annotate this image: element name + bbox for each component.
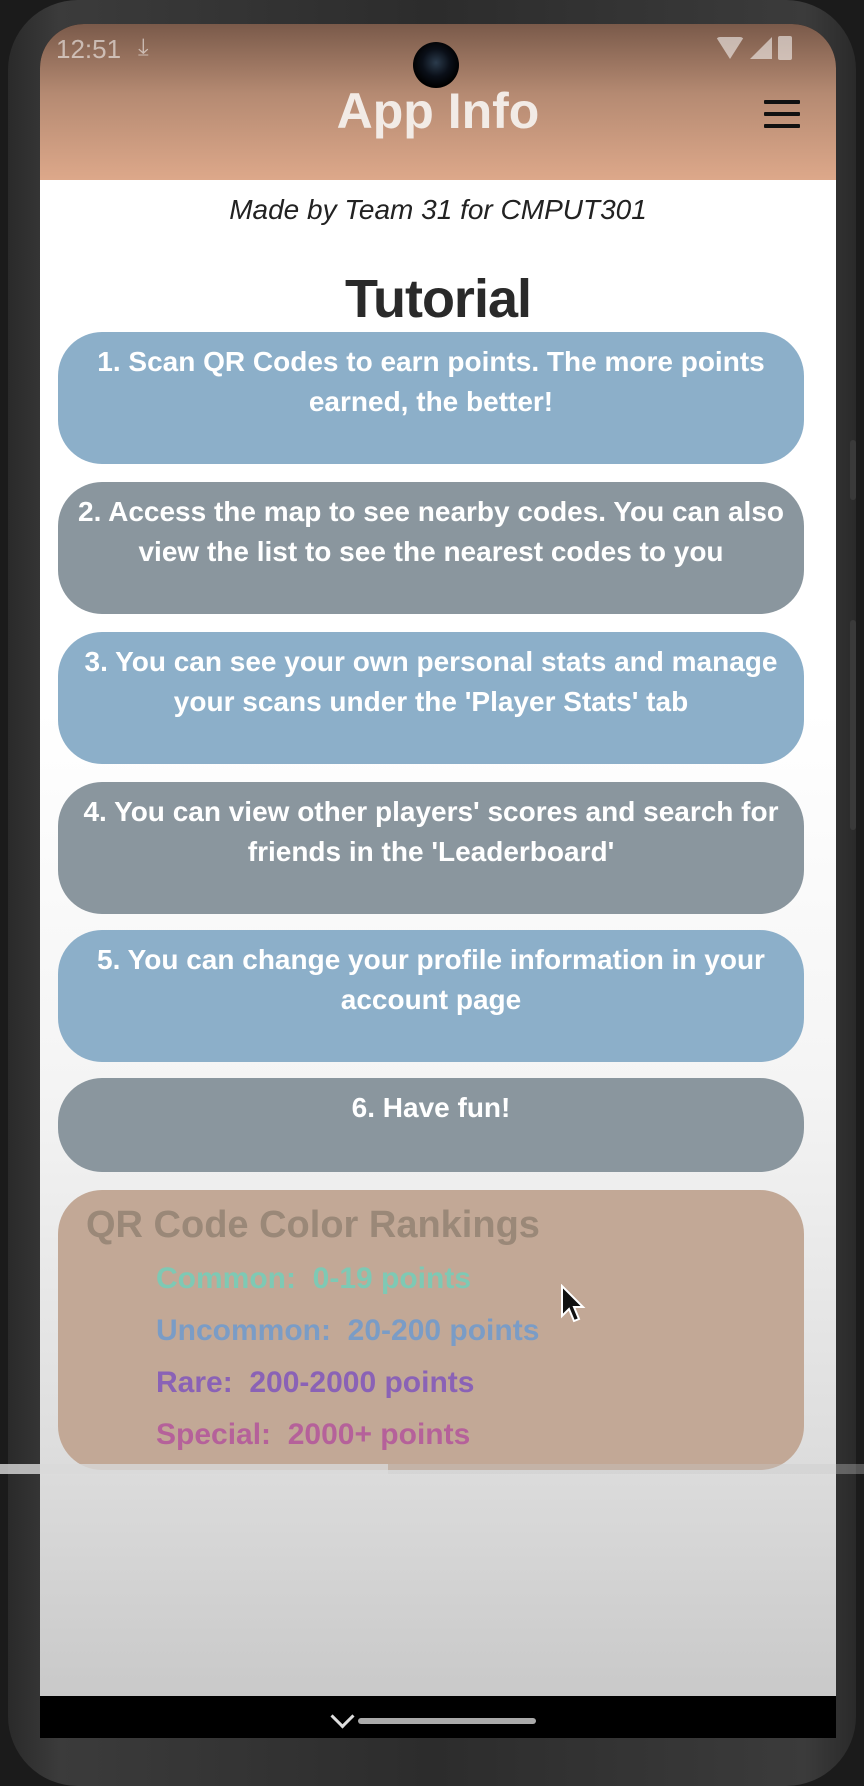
tutorial-step-text: 6. Have fun! [351,1092,511,1123]
page-title: App Info [336,83,540,139]
signal-icon [750,37,772,59]
tutorial-step-6: 6. Have fun! [58,1078,804,1172]
tutorial-step-4: 4. You can view other players' scores an… [58,782,804,914]
rankings-title: QR Code Color Rankings [86,1204,540,1246]
status-icons [716,36,792,60]
rank-special: Special: 2000+ points [156,1418,471,1451]
tutorial-step-text: 3. You can see your own personal stats a… [84,646,778,717]
tutorial-step-text: 4. You can view other players' scores an… [83,796,779,867]
tutorial-step-text: 2. Access the map to see nearby codes. Y… [78,496,785,567]
volume-button [850,440,856,500]
app-bar: 12:51 ⤓ App Info [40,24,836,180]
tutorial-step-2: 2. Access the map to see nearby codes. Y… [58,482,804,614]
rank-uncommon: Uncommon: 20-200 points [156,1314,540,1347]
hamburger-menu-icon[interactable] [764,100,800,128]
tutorial-title: Tutorial [345,269,532,329]
download-icon: ⤓ [138,34,149,61]
color-rankings-panel: QR Code Color Rankings Common: 0-19 poin… [58,1190,804,1470]
tutorial-step-5: 5. You can change your profile informati… [58,930,804,1062]
wifi-icon [716,37,744,59]
screen: 12:51 ⤓ App Info Made by Team 31 for CMP… [40,24,836,1738]
mouse-pointer-icon [561,1284,586,1323]
tutorial-step-3: 3. You can see your own personal stats a… [58,632,804,764]
home-gesture-handle[interactable] [358,1718,536,1724]
tutorial-step-text: 1. Scan QR Codes to earn points. The mor… [97,346,765,417]
system-nav-bar [40,1696,836,1738]
status-time: 12:51 [56,34,122,64]
tutorial-step-text: 5. You can change your profile informati… [97,944,765,1015]
made-by-text: Made by Team 31 for CMPUT301 [229,194,647,225]
rank-rare: Rare: 200-2000 points [156,1366,475,1399]
video-progress-fill [0,1464,388,1474]
power-button [850,620,856,830]
rank-common: Common: 0-19 points [156,1262,472,1295]
tutorial-step-1: 1. Scan QR Codes to earn points. The mor… [58,332,804,464]
battery-icon [778,36,792,60]
